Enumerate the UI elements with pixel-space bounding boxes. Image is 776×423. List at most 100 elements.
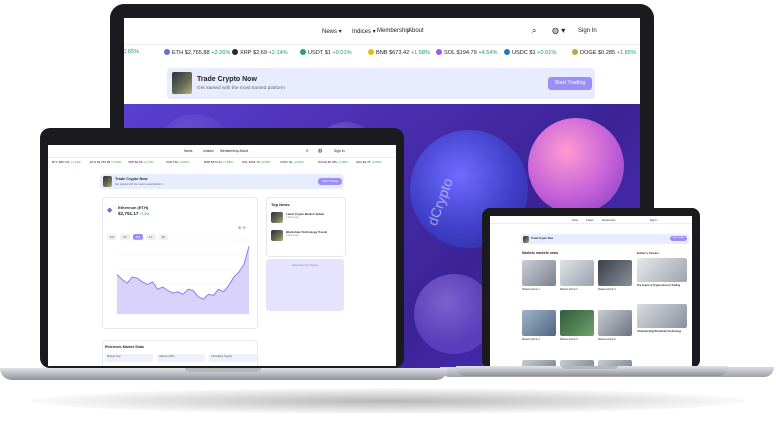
ticker-symbol: DOGE $0.285 <box>318 160 338 164</box>
ticker-symbol: ETH $2,765.88 <box>90 160 112 164</box>
article-card[interactable]: Markets Article 4 <box>522 310 556 356</box>
banner-thumbnail <box>172 72 192 94</box>
ticker-item[interactable]: ETH $2,765.88 +2.26% <box>164 49 230 56</box>
ticker-item[interactable]: XRP $2.69 +2.14% <box>128 160 154 164</box>
ticker-item[interactable]: BNB $673.42 +1.58% <box>368 49 430 56</box>
ticker-change: +2.01% <box>371 160 382 164</box>
ticker-change: +0.01% <box>293 160 304 164</box>
ticker-change: +1.85% <box>616 50 636 56</box>
price-ticker: +0.65% ETH $2,765.88 +2.26%XRP $2.69 +2.1… <box>124 45 640 59</box>
globe-icon[interactable]: ◍ <box>318 148 322 154</box>
nav-membership[interactable]: Membership <box>377 28 410 34</box>
top-nav: News ▾ Indices ▾ Membership About ⌕ ◍ ▾ … <box>124 18 640 45</box>
ticker-price: $2.69 <box>252 50 269 56</box>
start-trading-button[interactable]: Start Trading <box>670 236 687 241</box>
coin-icon <box>368 49 374 55</box>
ticker-item[interactable]: ADA $0.78 +2.01% <box>356 160 381 164</box>
sign-in-link[interactable]: Sign In <box>650 219 657 222</box>
article-title: Markets Article 4 <box>522 338 540 341</box>
sign-in-link[interactable]: Sign In <box>334 149 345 153</box>
price-chart-card: ◆ Ethereum (ETH) $2,751.17 +1.6% 1D 7D 1M 1… <box>102 197 258 329</box>
coin-icon <box>232 49 238 55</box>
editor-thumbnail <box>637 304 687 328</box>
ticker-symbol: SOL $194.79 <box>242 160 261 164</box>
ticker-item[interactable]: XRP $2.69 +2.14% <box>232 49 288 56</box>
ticker-symbol: BNB <box>376 50 390 56</box>
news-thumbnail <box>271 212 283 223</box>
banner-title: Trade Crypto Now <box>531 236 554 240</box>
news-thumbnail <box>271 230 283 241</box>
zoom-icon[interactable]: ⊕ ⊖ <box>238 225 246 230</box>
banner-title: Trade Crypto Now <box>197 76 257 83</box>
nav-about[interactable]: About <box>408 28 424 34</box>
ticker-price: $0.285 <box>598 50 617 56</box>
search-icon[interactable]: ⌕ <box>306 148 309 154</box>
news-meta: 5 hours ago <box>286 234 299 237</box>
left-nav: News Indices Membership About ⌕ ◍ Sign I… <box>48 145 396 158</box>
nav-news[interactable]: News <box>572 219 578 222</box>
nav-news[interactable]: News <box>184 149 192 153</box>
ticker-change: +0.01% <box>537 50 557 56</box>
ticker-item[interactable]: +0.65% <box>124 49 139 55</box>
ticker-item[interactable]: USDT $1 +0.01% <box>300 49 352 56</box>
coin-icon <box>164 49 170 55</box>
article-card[interactable]: Markets Article 5 <box>560 310 594 356</box>
ticker-symbol: USDC $1 <box>280 160 294 164</box>
start-trading-button[interactable]: Start Trading <box>318 177 342 185</box>
editor-item-title[interactable]: Understanding Blockchain Technology <box>637 330 687 333</box>
ticker-item[interactable]: DOGE $0.285 +1.85% <box>572 49 636 56</box>
ticker-change: +1.85% <box>337 160 348 164</box>
editor-list: The Future of Cryptocurrency Trading Unde… <box>637 258 689 362</box>
ticker-item[interactable]: DOGE $0.285 +1.85% <box>318 160 348 164</box>
nav-membership[interactable]: Membership <box>602 219 615 222</box>
nav-news[interactable]: News ▾ <box>322 28 342 35</box>
left-trade-banner: Trade Crypto Now Get started with the mo… <box>100 174 344 189</box>
article-title: Markets Article 5 <box>560 338 578 341</box>
ticker-symbol: USDC <box>512 50 530 56</box>
ticker-item[interactable]: USDT $1 +0.01% <box>166 160 189 164</box>
ticker-item[interactable]: ETH $2,765.88 +2.26% <box>90 160 121 164</box>
ethereum-icon: ◆ <box>107 207 113 214</box>
ticker-price: $194.79 <box>456 50 479 56</box>
right-laptop-notch <box>562 366 618 369</box>
nav-membership[interactable]: Membership About <box>220 149 248 153</box>
ticker-change: +0.01% <box>332 50 352 56</box>
price-area <box>117 246 249 314</box>
search-icon[interactable]: ⌕ <box>532 26 536 36</box>
stat-box: Circulating Supply <box>209 354 257 362</box>
nav-indices[interactable]: Indices ▾ <box>352 28 376 35</box>
right-trade-banner: Trade Crypto Now Start Trading <box>521 234 689 244</box>
coin-icon <box>436 49 442 55</box>
price-chart <box>116 239 250 315</box>
banner-thumbnail <box>103 176 112 187</box>
editor-item-title[interactable]: The Future of Cryptocurrency Trading <box>637 284 687 287</box>
ticker-item[interactable]: USDC $1 +0.01% <box>280 160 304 164</box>
article-thumbnail <box>598 310 632 336</box>
article-title: Markets Article 2 <box>560 288 578 291</box>
ticker-item[interactable]: USDC $1 +0.01% <box>504 49 556 56</box>
coin-change: +1.6% <box>140 212 150 216</box>
article-thumbnail <box>560 310 594 336</box>
section-title: Markets markets news <box>522 251 559 255</box>
stat-box: Volume (24h) <box>157 354 205 362</box>
news-item[interactable]: Blockchain Technology Trends 5 hours ago <box>271 230 343 246</box>
ticker-item[interactable]: BNB $673.42 +1.58% <box>204 160 233 164</box>
ticker-symbol: BNB $673.42 <box>204 160 223 164</box>
ticker-item[interactable]: SOL $194.79 +4.54% <box>436 49 497 56</box>
ticker-change: +2.26% <box>111 160 122 164</box>
nav-indices[interactable]: Indices <box>586 219 594 222</box>
article-card[interactable]: Markets Article 1 <box>522 260 556 306</box>
article-card[interactable]: Markets Article 6 <box>598 310 632 356</box>
ticker-change: +4.54% <box>478 50 498 56</box>
start-trading-button[interactable]: Start Trading <box>548 77 592 90</box>
globe-icon[interactable]: ◍ ▾ <box>552 26 565 35</box>
article-card[interactable]: Markets Article 2 <box>560 260 594 306</box>
right-laptop-screen: News Indices Membership Sign In Trade Cr… <box>490 216 692 366</box>
sign-in-link[interactable]: Sign In <box>578 28 597 34</box>
ticker-item[interactable]: SOL $194.79 +4.54% <box>242 160 271 164</box>
ticker-item[interactable]: BTC $96,731 +1.12% <box>52 160 81 164</box>
article-card[interactable]: Markets Article 3 <box>598 260 632 306</box>
nav-indices[interactable]: Indices <box>203 149 214 153</box>
news-item[interactable]: Latest Crypto Market Update 2 hours ago <box>271 212 343 228</box>
top-news-title: Top News <box>271 202 290 207</box>
